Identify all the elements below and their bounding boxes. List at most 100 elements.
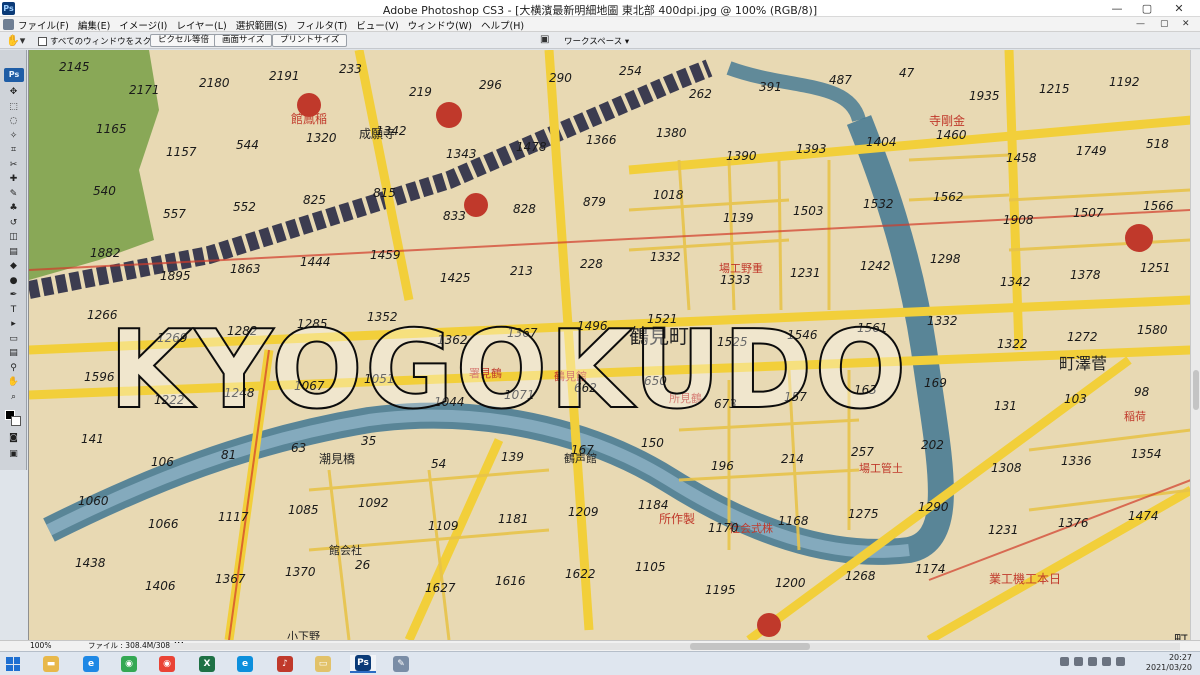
actual-pixels-button[interactable]: ピクセル等倍: [150, 34, 218, 47]
lot-number-label: 2191: [269, 69, 300, 83]
tray-icon[interactable]: [1060, 657, 1069, 666]
lot-number-label: 1231: [988, 523, 1019, 537]
type-icon[interactable]: T: [5, 304, 22, 316]
menu-item[interactable]: ウィンドウ(W): [408, 18, 472, 32]
photoshop-icon[interactable]: Ps: [350, 655, 376, 673]
lot-number-label: 825: [303, 193, 326, 207]
internet-explorer-icon[interactable]: e: [78, 655, 104, 673]
lot-number-label: 202: [921, 438, 944, 452]
workspace-icon[interactable]: ▣: [540, 34, 554, 46]
marquee-icon[interactable]: ⬚: [5, 101, 22, 113]
lasso-icon[interactable]: ◌: [5, 115, 22, 127]
speaker-app-icon[interactable]: ♪: [272, 655, 298, 673]
zoom-icon[interactable]: ⌕: [5, 391, 22, 403]
lot-number-label: 1290: [918, 500, 949, 514]
workspace-menu[interactable]: ワークスペース ▾: [564, 35, 629, 47]
lot-number-label: 1272: [1067, 330, 1098, 344]
lot-number-label: 1018: [653, 188, 684, 202]
taskbar-glyph: Ps: [355, 655, 371, 671]
lot-number-label: 1366: [586, 133, 617, 147]
file-explorer-icon[interactable]: ▬: [38, 655, 64, 673]
slice-icon[interactable]: ✂: [5, 159, 22, 171]
print-size-button[interactable]: プリントサイズ: [272, 34, 348, 47]
chrome-profile-icon[interactable]: ◉: [154, 655, 180, 673]
lot-number-label: 1380: [656, 126, 687, 140]
quick-mask-icon[interactable]: ◙: [5, 432, 22, 444]
fit-screen-button[interactable]: 画面サイズ: [214, 34, 273, 47]
vertical-scroll-thumb[interactable]: [1193, 370, 1199, 410]
pen-icon[interactable]: ✒: [5, 289, 22, 301]
lot-number-label: 557: [163, 207, 186, 221]
lot-number-label: 1200: [775, 576, 806, 590]
tray-icon[interactable]: [1088, 657, 1097, 666]
crop-icon[interactable]: ⌗: [5, 144, 22, 156]
zoom-level[interactable]: 100%: [30, 641, 51, 651]
menu-item[interactable]: ヘルプ(H): [481, 18, 524, 32]
move-icon[interactable]: ✥: [5, 86, 22, 98]
document-icon[interactable]: [3, 19, 14, 30]
start-button[interactable]: [6, 657, 20, 671]
shape-icon[interactable]: ▭: [5, 333, 22, 345]
history-brush-icon[interactable]: ↺: [5, 217, 22, 229]
lot-number-label: 1882: [90, 246, 121, 260]
lot-number-label: 1378: [1070, 268, 1101, 282]
document-canvas[interactable]: 鶴見町 潮見橋 鶴見館 寺剛金 業工機工本日 町澤菅 社会式株 所作製 稲荷 館鳳稲 成願寺 署見鶴鶴…: [28, 50, 1190, 640]
menu-item[interactable]: 選択範囲(S): [236, 18, 287, 32]
menu-item[interactable]: ビュー(V): [356, 18, 398, 32]
horizontal-scrollbar[interactable]: [170, 643, 1180, 650]
window-title: Adobe Photoshop CS3 - [大横濱最新明細地圖 東北部 400…: [382, 4, 818, 17]
edge-icon[interactable]: e: [232, 655, 258, 673]
lot-number-label: 2180: [199, 76, 230, 90]
lot-number-label: 1174: [915, 562, 946, 576]
clock-time: 20:27: [1168, 653, 1192, 662]
menu-item[interactable]: 編集(E): [78, 18, 110, 32]
paint-icon[interactable]: ✎: [388, 655, 414, 673]
healing-brush-icon[interactable]: ✚: [5, 173, 22, 185]
horizontal-scroll-thumb[interactable]: [690, 643, 810, 650]
lot-number-label: 1242: [860, 259, 891, 273]
chrome-icon[interactable]: ◉: [116, 655, 142, 673]
eyedropper-icon[interactable]: ⚲: [5, 362, 22, 374]
map-place-label: 町: [1174, 630, 1188, 640]
doc-minimize-button[interactable]: —: [1136, 19, 1145, 29]
lot-number-label: 1622: [565, 567, 596, 581]
gradient-icon[interactable]: ▤: [5, 246, 22, 258]
notes-icon[interactable]: ▤: [5, 347, 22, 359]
eraser-icon[interactable]: ◫: [5, 231, 22, 243]
excel-icon[interactable]: X: [194, 655, 220, 673]
menu-item[interactable]: イメージ(I): [119, 18, 167, 32]
lot-number-label: 139: [501, 450, 524, 464]
doc-close-button[interactable]: ✕: [1182, 19, 1190, 29]
close-button[interactable]: ✕: [1160, 0, 1198, 17]
doc-maximize-button[interactable]: ▢: [1160, 19, 1169, 29]
taskbar-glyph: ✎: [393, 656, 409, 672]
lot-number-label: 1503: [793, 204, 824, 218]
tray-icon[interactable]: [1074, 657, 1083, 666]
lot-number-label: 219: [409, 85, 432, 99]
folder-app-icon[interactable]: ▭: [310, 655, 336, 673]
vertical-scrollbar[interactable]: [1190, 50, 1200, 640]
hand-icon[interactable]: ✋: [5, 376, 22, 388]
lot-number-label: 1117: [218, 510, 249, 524]
brush-icon[interactable]: ✎: [5, 188, 22, 200]
menu-item[interactable]: フィルタ(T): [296, 18, 347, 32]
tray-icon[interactable]: [1102, 657, 1111, 666]
screen-mode-icon[interactable]: ▣: [5, 448, 22, 460]
blur-icon[interactable]: ◆: [5, 260, 22, 272]
path-selection-icon[interactable]: ▸: [5, 318, 22, 330]
taskbar-glyph: ◉: [159, 656, 175, 672]
taskbar-glyph: X: [199, 656, 215, 672]
background-color-swatch[interactable]: [11, 416, 21, 426]
menu-item[interactable]: ファイル(F): [18, 18, 69, 32]
dodge-icon[interactable]: ●: [5, 275, 22, 287]
lot-number-label: 296: [479, 78, 502, 92]
hand-icon[interactable]: ✋▾: [6, 34, 28, 47]
checkbox-box[interactable]: [38, 36, 47, 46]
magic-wand-icon[interactable]: ✧: [5, 130, 22, 142]
lot-number-label: 1370: [285, 565, 316, 579]
map-place-label: 場工管土: [859, 462, 903, 475]
lot-number-label: 2145: [59, 60, 90, 74]
clone-stamp-icon[interactable]: ♣: [5, 202, 22, 214]
clock[interactable]: 20:27 2021/03/20: [1112, 653, 1192, 673]
menu-item[interactable]: レイヤー(L): [176, 18, 226, 32]
